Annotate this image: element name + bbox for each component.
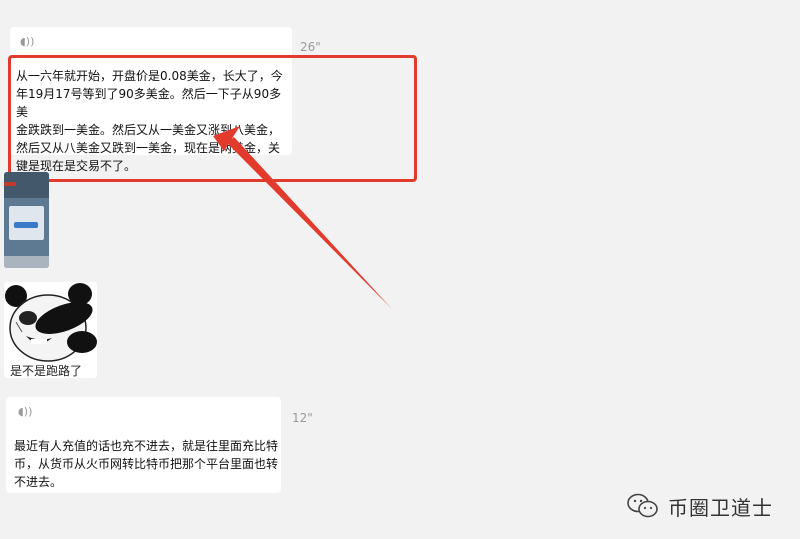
wechat-logo-icon: [627, 493, 658, 518]
app-screenshot-thumbnail[interactable]: [4, 172, 49, 268]
watermark-text: 币圈卫道士: [668, 495, 773, 520]
transcription-line: 最近有人充值的话也充不进去，就是往里面充比特: [14, 439, 279, 453]
transcription-line: 不进去。: [14, 475, 63, 489]
voice-wave-icon: ◖)): [18, 405, 33, 418]
watermark: 币圈卫道士: [626, 491, 773, 521]
panda-face-icon: [5, 283, 97, 362]
sticker-caption: 是不是跑路了: [10, 364, 83, 378]
voice-duration: 12": [292, 411, 313, 425]
voice-transcription-text: 最近有人充值的话也充不进去，就是往里面充比特 币，从货币从火币网转比特币把那个平…: [14, 437, 281, 491]
voice-message-bubble-2[interactable]: ◖)) 最近有人充值的话也充不进去，就是往里面充比特 币，从货币从火币网转比特币…: [6, 397, 281, 493]
arrow-shaft: [227, 137, 392, 309]
transcription-line: 币，从货币从火币网转比特币把那个平台里面也转: [14, 457, 279, 471]
